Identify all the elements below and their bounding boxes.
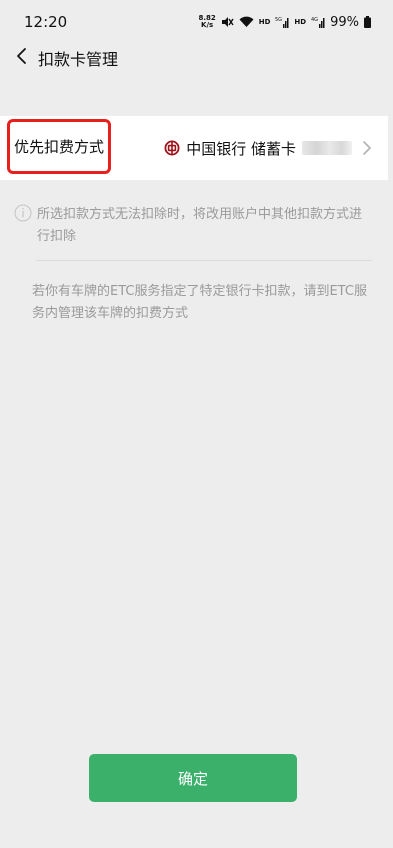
network-speed: 8.82 K/s (198, 15, 215, 29)
preferred-payment-label: 优先扣费方式 (13, 138, 104, 156)
status-time: 12:20 (24, 13, 68, 31)
fallback-note: 所选扣款方式无法扣除时，将改用账户中其他扣款方式进行扣除 (37, 207, 363, 244)
preferred-payment-row[interactable]: 优先扣费方式 中国银行 储蓄卡 (0, 116, 388, 180)
signal-4g-tag: 4G (311, 17, 318, 23)
nav-bar: 扣款卡管理 (0, 38, 393, 78)
hd-tag-2: HD (294, 18, 307, 26)
highlight-box: 优先扣费方式 (7, 119, 111, 174)
info-icon (14, 204, 32, 222)
chevron-left-icon (16, 47, 28, 69)
battery-icon (364, 16, 371, 28)
wifi-icon (239, 16, 254, 28)
card-number-mask (302, 141, 352, 155)
signal-icon: 5G (275, 16, 289, 28)
chevron-right-icon (362, 140, 374, 156)
signal-icon-2: 4G (311, 16, 325, 28)
hd-tag-1: HD (258, 18, 271, 26)
signal-5g-tag: 5G (275, 17, 282, 23)
status-icons: 8.82 K/s HD 5G HD 4G 99% (198, 15, 371, 30)
payment-method-value: 中国银行 储蓄卡 (164, 116, 374, 180)
etc-note: 若你有车牌的ETC服务指定了特定银行卡扣款，请到ETC服务内管理该车牌的扣费方式 (32, 284, 367, 321)
bank-card-name: 中国银行 储蓄卡 (186, 139, 296, 158)
back-button[interactable] (6, 38, 38, 78)
divider (36, 260, 372, 261)
network-speed-unit: K/s (201, 21, 214, 29)
battery-percent: 99% (330, 14, 359, 30)
page-title: 扣款卡管理 (38, 50, 119, 69)
screen: 12:20 8.82 K/s HD 5G HD 4G 99% 扣款卡管理 优先扣… (0, 0, 393, 848)
mute-icon (221, 16, 234, 28)
fallback-info: 所选扣款方式无法扣除时，将改用账户中其他扣款方式进行扣除 (14, 204, 374, 248)
bank-of-china-logo-icon (164, 140, 180, 156)
confirm-button[interactable]: 确定 (89, 754, 297, 802)
